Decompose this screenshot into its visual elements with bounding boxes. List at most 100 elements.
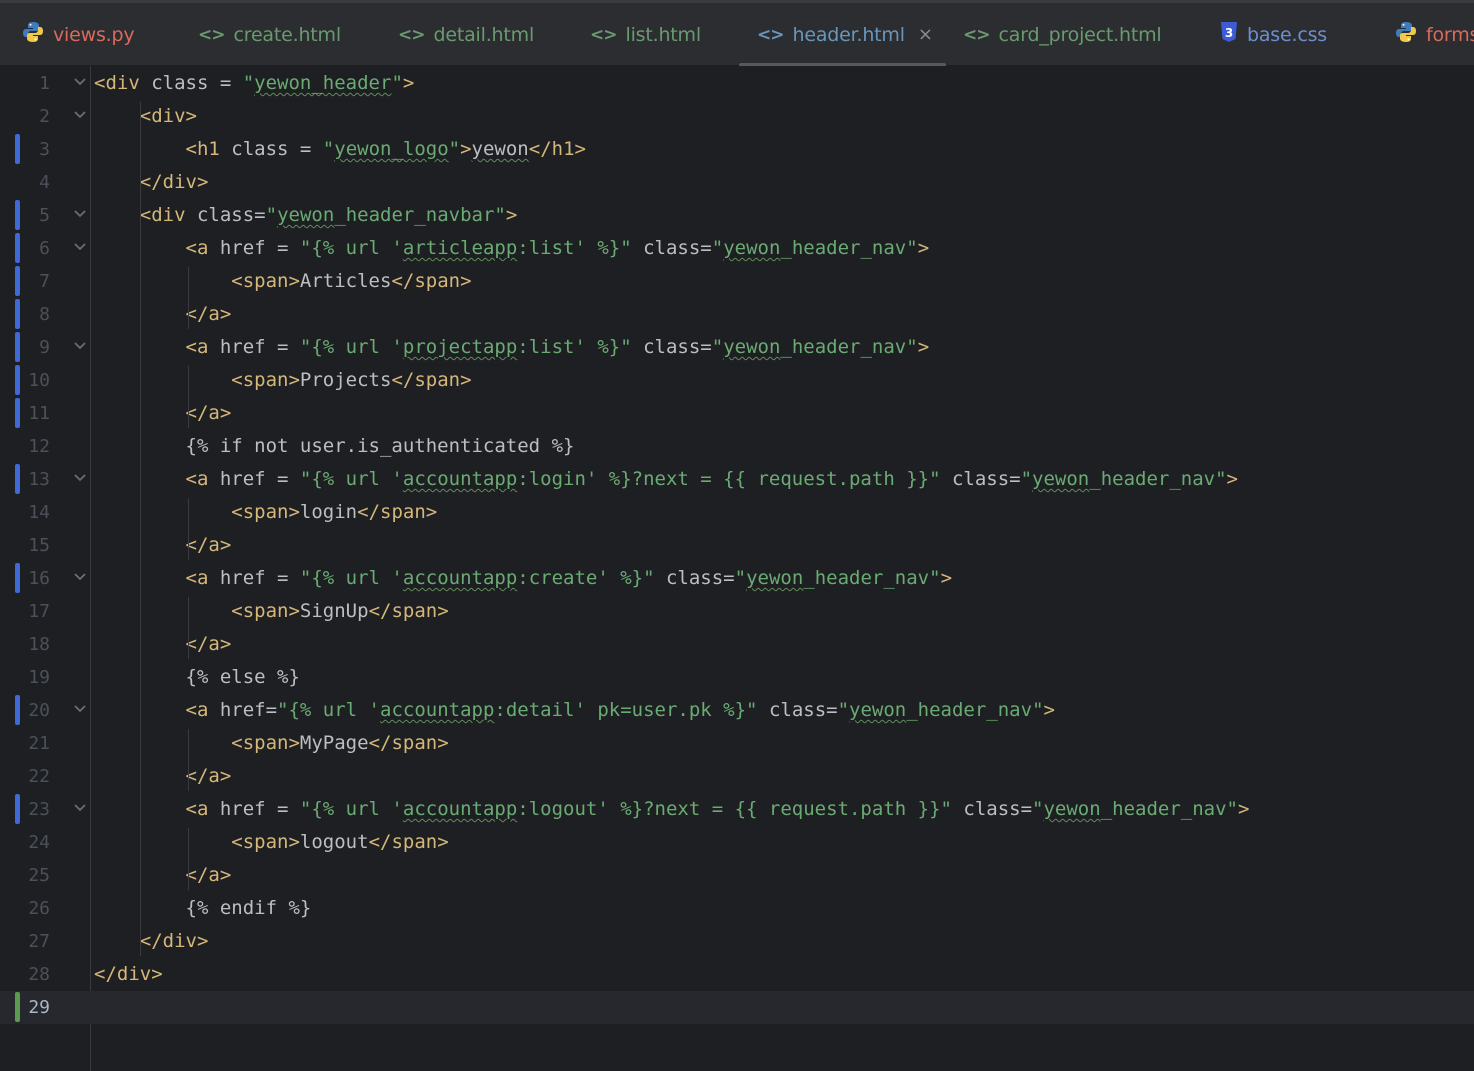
code-line[interactable]: 20 <a href="{% url 'accountapp:detail' p… [0,694,1474,727]
fold-chevron-icon[interactable] [73,335,87,355]
line-number: 26 [28,898,50,919]
code-line[interactable]: 26 {% endif %} [0,892,1474,925]
code-text: <div class="yewon_header_navbar"> [94,204,518,226]
code-token: </span> [368,732,449,754]
code-token: <a [185,336,220,358]
code-line[interactable]: 6 <a href = "{% url 'articleapp:list' %}… [0,232,1474,265]
fold-chevron-icon[interactable] [73,797,87,817]
code-text: <span>Projects</span> [94,369,472,391]
tab-detail-html[interactable]: <> detail.html [398,3,534,66]
line-number: 1 [39,73,50,94]
fold-chevron-icon[interactable] [73,236,87,256]
fold-chevron-icon[interactable] [73,104,87,124]
code-line[interactable]: 25 </a> [0,859,1474,892]
code-token: accountapp [380,699,495,721]
tab-forms[interactable]: forms [1395,3,1474,66]
code-token: </a> [185,402,232,424]
code-token: :list' %}" [517,237,644,259]
code-token: " [322,138,335,160]
fold-chevron-icon[interactable] [73,203,87,223]
code-token: " [448,138,461,160]
code-line[interactable]: 8 </a> [0,298,1474,331]
code-token: </div> [139,171,209,193]
code-line[interactable]: 4 </div> [0,166,1474,199]
line-number: 18 [28,634,50,655]
code-token: :logout' %}?next = {{ request.path }}" [517,798,964,820]
code-line[interactable]: 2 <div> [0,100,1474,133]
code-line[interactable]: 1 <div class = "yewon_header"> [0,67,1474,100]
code-token: <a [185,468,220,490]
code-text: </a> [94,765,232,787]
code-token: </span> [391,270,472,292]
fold-chevron-icon[interactable] [73,698,87,718]
code-token: </a> [185,765,232,787]
indent-guide [188,729,189,791]
code-line[interactable]: 18 </a> [0,628,1474,661]
code-token: <span> [231,501,300,523]
code-token: class= [963,798,1033,820]
code-line[interactable]: 7 <span>Articles</span> [0,265,1474,298]
indent-guide [188,498,189,560]
tab-label: header.html [792,23,906,46]
code-line[interactable]: 21 <span>MyPage</span> [0,727,1474,760]
code-text: <span>logout</span> [94,831,449,853]
code-line[interactable]: 17 <span>SignUp</span> [0,595,1474,628]
fold-chevron-icon[interactable] [73,71,87,91]
code-token: <span> [231,831,300,853]
fold-chevron-icon[interactable] [73,467,87,487]
code-token: <span> [231,600,300,622]
code-token: logout [299,831,369,853]
code-line[interactable]: 13 <a href = "{% url 'accountapp:login' … [0,463,1474,496]
code-line[interactable]: 29 [0,991,1474,1024]
tab-views-py[interactable]: views.py [22,3,135,66]
line-number: 25 [28,865,50,886]
code-line[interactable]: 16 <a href = "{% url 'accountapp:create'… [0,562,1474,595]
code-line[interactable]: 11 </a> [0,397,1474,430]
code-token: SignUp [299,600,369,622]
code-token: MyPage [299,732,369,754]
tab-create-html[interactable]: <> create.html [198,3,341,66]
code-line[interactable]: 15 </a> [0,529,1474,562]
tab-header-html[interactable]: <> header.html × [757,3,933,66]
fold-chevron-icon[interactable] [73,566,87,586]
tab-card-project-html[interactable]: <> card_project.html [963,3,1162,66]
tab-label: views.py [53,23,135,46]
code-line[interactable]: 22 </a> [0,760,1474,793]
code-line[interactable]: 28 </div> [0,958,1474,991]
code-line[interactable]: 27 </div> [0,925,1474,958]
code-token: _header_nav" [780,336,918,358]
code-token: " [711,237,724,259]
code-line[interactable]: 12 {% if not user.is_authenticated %} [0,430,1474,463]
line-number: 2 [39,106,50,127]
svg-text:3: 3 [1225,26,1233,40]
code-token: <a [185,237,220,259]
code-token: </span> [391,369,472,391]
code-token: yewon_logo [334,138,449,160]
line-number: 4 [39,172,50,193]
code-line[interactable]: 5 <div class="yewon_header_navbar"> [0,199,1474,232]
code-token: <h1 [185,138,232,160]
code-token: class= [643,237,712,259]
tab-list-html[interactable]: <> list.html [590,3,701,66]
code-line[interactable]: 24 <span>logout</span> [0,826,1474,859]
code-text: <span>SignUp</span> [94,600,448,622]
code-token: </a> [185,303,232,325]
code-editor[interactable]: 1 <div class = "yewon_header"> 2 <div> 3 <h… [0,66,1474,1071]
code-line[interactable]: 19 {% else %} [0,661,1474,694]
code-line[interactable]: 10 <span>Projects</span> [0,364,1474,397]
html-file-icon: <> [398,24,425,45]
line-number: 13 [28,469,50,490]
tab-base-css[interactable]: 3 base.css [1220,3,1327,66]
code-line[interactable]: 23 <a href = "{% url 'accountapp:logout'… [0,793,1474,826]
html-file-icon: <> [198,24,225,45]
code-line[interactable]: 9 <a href = "{% url 'projectapp:list' %}… [0,331,1474,364]
code-line[interactable]: 3 <h1 class = "yewon_logo">yewon</h1> [0,133,1474,166]
code-token: </a> [185,534,232,556]
close-tab-icon[interactable]: × [918,24,933,45]
code-token: yewon [746,567,804,589]
code-line[interactable]: 14 <span>login</span> [0,496,1474,529]
code-token: </span> [368,831,449,853]
